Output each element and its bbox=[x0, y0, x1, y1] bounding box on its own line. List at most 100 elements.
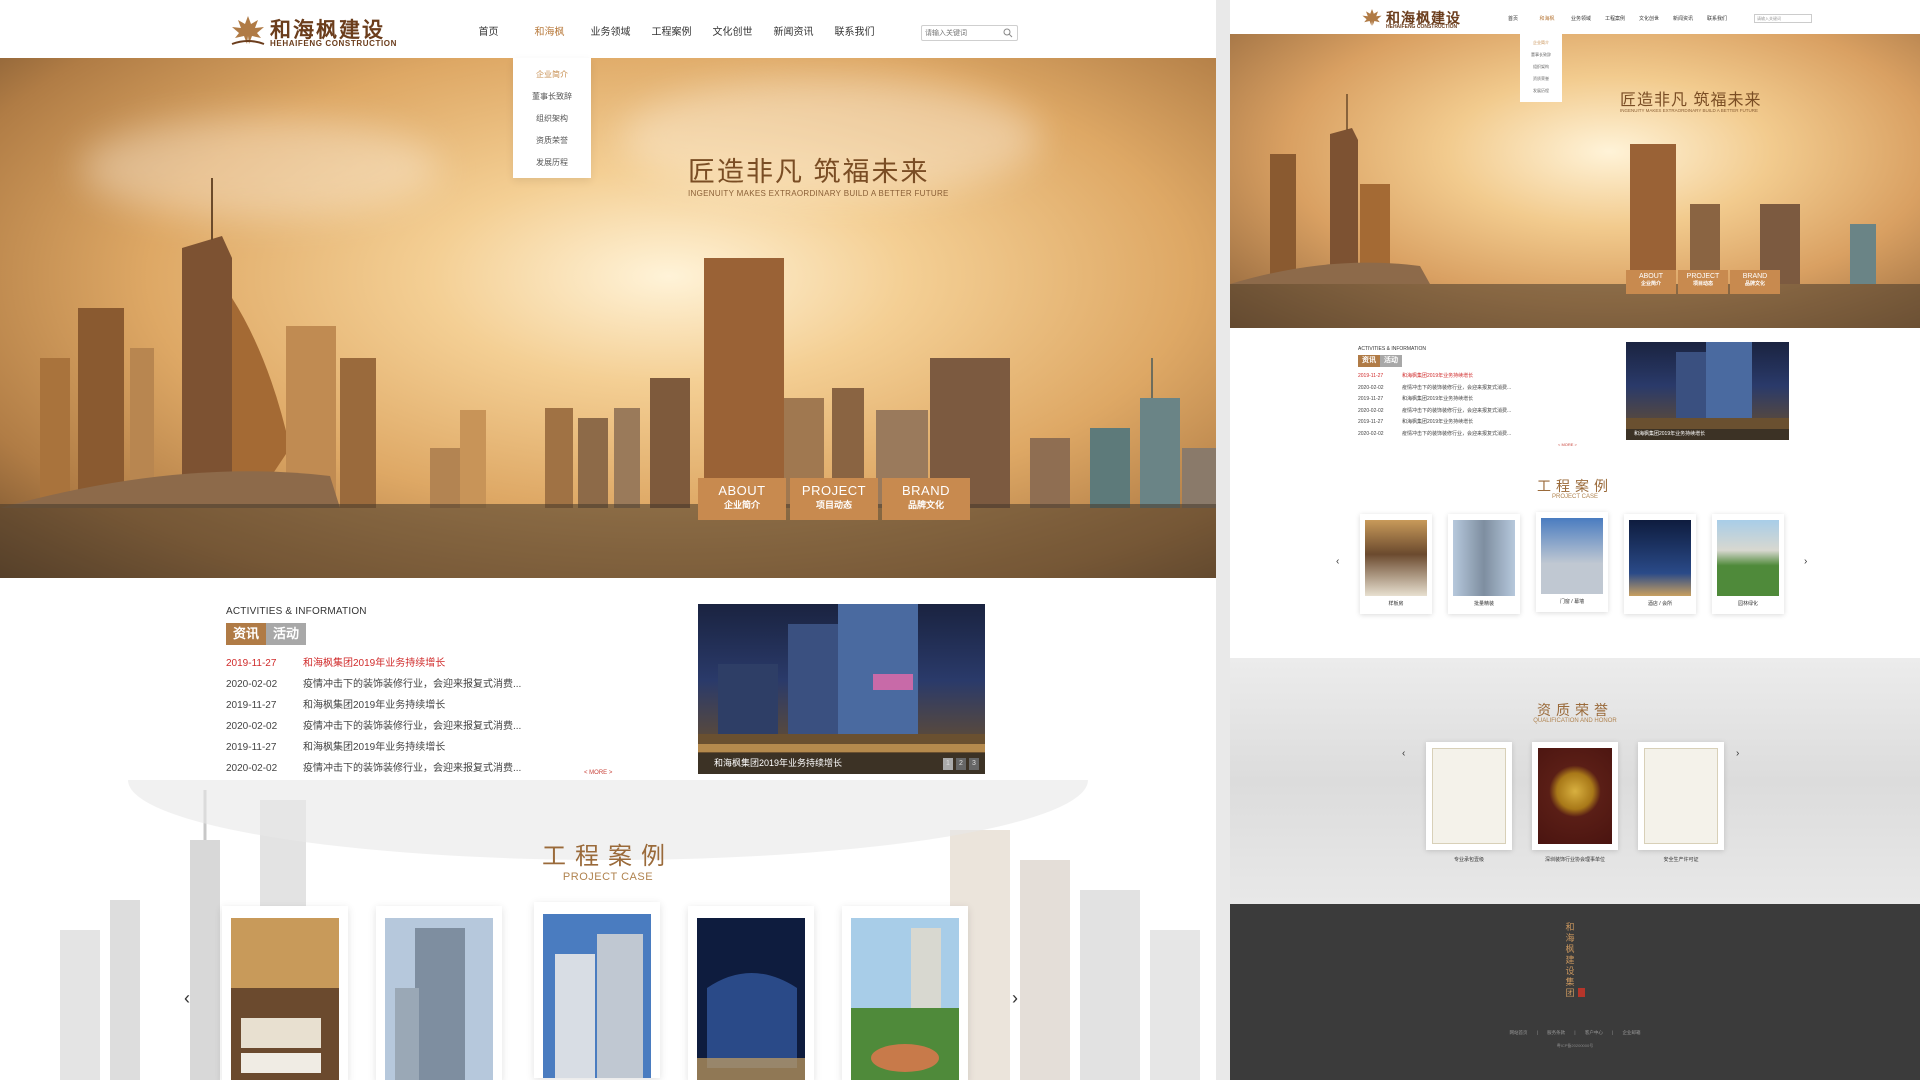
preview-menu: 首页 和海枫 业务领域 工程案例 文化创世 新闻资讯 联系我们 bbox=[1496, 0, 1734, 38]
preview-dropdown-item[interactable]: 企业简介 bbox=[1520, 37, 1562, 49]
news-date: 2019-11-27 bbox=[226, 742, 277, 753]
honor-card[interactable] bbox=[1532, 742, 1618, 850]
cases-prev-arrow-icon[interactable]: ‹ bbox=[184, 988, 190, 1009]
preview-case-card[interactable]: 酒店 / 会所 bbox=[1624, 514, 1696, 614]
preview-menu-item[interactable]: 新闻资讯 bbox=[1666, 0, 1700, 38]
preview-dropdown-item[interactable]: 资质荣誉 bbox=[1520, 73, 1562, 85]
menu-item-business[interactable]: 业务领域 bbox=[580, 0, 641, 58]
preview-tab-news[interactable]: 资讯 bbox=[1358, 355, 1380, 367]
cases-next-arrow-icon[interactable]: › bbox=[1012, 988, 1018, 1009]
preview-dropdown-item[interactable]: 董事长致辞 bbox=[1520, 49, 1562, 61]
preview-cases-prev-arrow-icon[interactable]: ‹ bbox=[1336, 556, 1339, 567]
menu-item-news[interactable]: 新闻资讯 bbox=[763, 0, 824, 58]
menu-item-about[interactable]: 和海枫 bbox=[519, 0, 580, 58]
preview-menu-item[interactable]: 文化创世 bbox=[1632, 0, 1666, 38]
dropdown-item-history[interactable]: 发展历程 bbox=[513, 152, 591, 174]
more-link[interactable]: < MORE > bbox=[584, 770, 612, 776]
search-icon[interactable] bbox=[1003, 28, 1013, 38]
list-item[interactable]: 2020-02-02 疫情冲击下的装饰装修行业，会迎来报复式消费... bbox=[226, 716, 646, 737]
preview-news-photo[interactable]: 和海枫集团2019年业务持续增长 bbox=[1626, 342, 1789, 440]
news-title: 疫情冲击下的装饰装修行业，会迎来报复式消费... bbox=[1402, 407, 1512, 414]
pager-dot[interactable]: 3 bbox=[969, 758, 979, 770]
search-box bbox=[921, 25, 1018, 41]
news-date: 2019-11-27 bbox=[1358, 373, 1384, 379]
preview-search-input[interactable]: 请输入关键词 bbox=[1754, 14, 1812, 23]
preview-tab-activities[interactable]: 活动 bbox=[1380, 355, 1402, 367]
list-item[interactable]: 2020-02-02 疫情冲击下的装饰装修行业，会迎来报复式消费... bbox=[226, 674, 646, 695]
dropdown-item-company-intro[interactable]: 企业简介 bbox=[513, 64, 591, 86]
list-item[interactable]: 2020-02-02 疫情冲击下的装饰装修行业，会迎来报复式消费... bbox=[226, 758, 646, 779]
list-item[interactable]: 2019-11-27 和海枫集团2019年业务持续增长 bbox=[226, 653, 646, 674]
list-item[interactable]: 2019-11-27 和海枫集团2019年业务持续增长 bbox=[1358, 394, 1598, 406]
preview-cases-next-arrow-icon[interactable]: › bbox=[1804, 556, 1807, 567]
top-navbar: 和海枫建设 HEHAIFENG CONSTRUCTION 首页 和海枫 业务领域… bbox=[0, 0, 1216, 58]
honor-card[interactable] bbox=[1638, 742, 1724, 850]
preview-tab-project[interactable]: PROJECT 项目动态 bbox=[1678, 270, 1728, 294]
case-card-doors-windows[interactable] bbox=[534, 902, 660, 1078]
preview-menu-item[interactable]: 和海枫 bbox=[1530, 0, 1564, 38]
site-logo[interactable]: 和海枫建设 HEHAIFENG CONSTRUCTION bbox=[228, 14, 398, 50]
preview-navbar: 和海枫建设 HEHAIFENG CONSTRUCTION 首页 和海枫 业务领域… bbox=[1230, 0, 1920, 34]
case-photo bbox=[543, 914, 651, 1078]
preview-case-card[interactable]: 门窗 / 幕墙 bbox=[1536, 512, 1608, 612]
list-item[interactable]: 2020-02-02 疫情冲击下的装饰装修行业，会迎来报复式消费... bbox=[1358, 429, 1598, 441]
preview-cases-subtitle: PROJECT CASE bbox=[1552, 494, 1598, 500]
tab-project[interactable]: PROJECT 项目动态 bbox=[790, 478, 878, 520]
case-card-batch-decoration[interactable] bbox=[376, 906, 502, 1080]
news-date: 2020-02-02 bbox=[1358, 407, 1384, 414]
dropdown-item-organization[interactable]: 组织架构 bbox=[513, 108, 591, 130]
case-card-landscaping[interactable] bbox=[842, 906, 968, 1080]
menu-item-contact[interactable]: 联系我们 bbox=[824, 0, 885, 58]
dropdown-item-chairman-speech[interactable]: 董事长致辞 bbox=[513, 86, 591, 108]
list-item[interactable]: 2019-11-27 和海枫集团2019年业务持续增长 bbox=[1358, 417, 1598, 429]
case-card-hotel[interactable] bbox=[688, 906, 814, 1080]
preview-menu-item[interactable]: 联系我们 bbox=[1700, 0, 1734, 38]
pager-dot[interactable]: 2 bbox=[956, 758, 966, 770]
list-item[interactable]: 2019-11-27 和海枫集团2019年业务持续增长 bbox=[226, 737, 646, 758]
preview-tab-brand[interactable]: BRAND 品牌文化 bbox=[1730, 270, 1780, 294]
case-photo bbox=[1541, 518, 1603, 594]
preview-case-card[interactable]: 样板房 bbox=[1360, 514, 1432, 614]
honor-prev-arrow-icon[interactable]: ‹ bbox=[1402, 748, 1405, 759]
preview-tab-cn: 企业简介 bbox=[1640, 281, 1661, 287]
honor-card[interactable] bbox=[1426, 742, 1512, 850]
pager-dot[interactable]: 1 bbox=[943, 758, 953, 770]
news-title: 疫情冲击下的装饰装修行业，会迎来报复式消费... bbox=[1402, 384, 1512, 391]
screenshot-canvas: 和海枫建设 HEHAIFENG CONSTRUCTION 首页 和海枫 业务领域… bbox=[0, 0, 1920, 1080]
news-featured-photo[interactable]: 和海枫集团2019年业务持续增长 1 2 3 bbox=[698, 604, 985, 774]
preview-more-link[interactable]: < MORE > bbox=[1558, 442, 1598, 447]
menu-item-culture[interactable]: 文化创世 bbox=[702, 0, 763, 58]
preview-case-card[interactable]: 园林绿化 bbox=[1712, 514, 1784, 614]
tab-news[interactable]: 资讯 bbox=[226, 623, 266, 645]
honor-caption: 专业承包壹级 bbox=[1453, 857, 1484, 863]
list-item[interactable]: 2020-02-02 疫情冲击下的装饰装修行业，会迎来报复式消费... bbox=[1358, 406, 1598, 418]
tab-about[interactable]: ABOUT 企业简介 bbox=[698, 478, 786, 520]
preview-case-card[interactable]: 批量精装 bbox=[1448, 514, 1520, 614]
tab-activities[interactable]: 活动 bbox=[266, 623, 306, 645]
plaque-image bbox=[1538, 748, 1612, 844]
preview-tab-about[interactable]: ABOUT 企业简介 bbox=[1626, 270, 1676, 294]
tab-brand[interactable]: BRAND 品牌文化 bbox=[882, 478, 970, 520]
cases-section-title: 工程案例 bbox=[542, 843, 674, 870]
preview-menu-item[interactable]: 工程案例 bbox=[1598, 0, 1632, 38]
menu-item-cases[interactable]: 工程案例 bbox=[641, 0, 702, 58]
list-item[interactable]: 2020-02-02 疫情冲击下的装饰装修行业，会迎来报复式消费... bbox=[1358, 383, 1598, 395]
footer-links[interactable]: 网站首页 | 服务条款 | 客户中心 | 企业邮箱 bbox=[1230, 1030, 1920, 1036]
news-list: 2019-11-27 和海枫集团2019年业务持续增长 2020-02-02 疫… bbox=[226, 653, 646, 779]
dropdown-item-qualification[interactable]: 资质荣誉 bbox=[513, 130, 591, 152]
list-item[interactable]: 2019-11-27 和海枫集团2019年业务持续增长 bbox=[226, 695, 646, 716]
honor-next-arrow-icon[interactable]: › bbox=[1736, 748, 1739, 759]
list-item[interactable]: 2019-11-27 和海枫集团2019年业务持续增长 bbox=[1358, 371, 1598, 383]
preview-menu-item[interactable]: 业务领域 bbox=[1564, 0, 1598, 38]
preview-menu-item[interactable]: 首页 bbox=[1496, 0, 1530, 38]
menu-item-home[interactable]: 首页 bbox=[458, 0, 519, 58]
hero-banner: 匠造非凡 筑福未来 INGENUITY MAKES EXTRAORDINARY … bbox=[0, 58, 1216, 578]
news-title: 疫情冲击下的装饰装修行业，会迎来报复式消费... bbox=[303, 679, 522, 690]
search-input[interactable] bbox=[925, 27, 1001, 39]
preview-dropdown-item[interactable]: 组织架构 bbox=[1520, 61, 1562, 73]
news-date: 2020-02-02 bbox=[1358, 384, 1384, 391]
preview-dropdown-item[interactable]: 发展历程 bbox=[1520, 85, 1562, 97]
case-caption: 样板房 bbox=[1388, 601, 1404, 607]
preview-news-list: 2019-11-27 和海枫集团2019年业务持续增长 2020-02-02 疫情冲… bbox=[1358, 371, 1598, 440]
case-card-sample-room[interactable] bbox=[222, 906, 348, 1080]
